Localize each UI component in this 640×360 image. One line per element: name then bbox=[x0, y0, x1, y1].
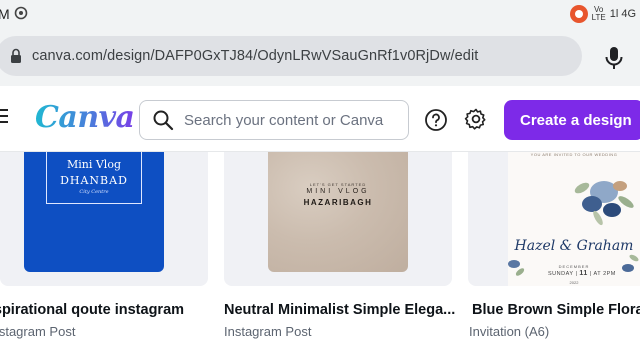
designs-grid: Mini Vlog DHANBAD City Centre Inspiratio… bbox=[0, 152, 640, 360]
status-bar: M Vo LTE 1l 4G bbox=[0, 0, 640, 28]
design-type: Invitation (A6) bbox=[469, 324, 550, 339]
thumbnail-text: MINI VLOG bbox=[306, 188, 370, 195]
screen-record-icon bbox=[569, 5, 588, 23]
microphone-icon[interactable] bbox=[602, 44, 626, 72]
design-title[interactable]: Inspirational qoute instagram bbox=[0, 302, 184, 318]
design-type: Instagram Post bbox=[0, 324, 76, 339]
design-title[interactable]: Neutral Minimalist Simple Elega... bbox=[224, 302, 455, 318]
thumbnail-text: SUNDAY bbox=[548, 271, 574, 277]
help-icon[interactable] bbox=[424, 108, 448, 132]
address-bar[interactable]: canva.com/design/DAFP0GxTJ84/OdynLRwVSau… bbox=[0, 36, 582, 76]
menu-icon[interactable] bbox=[0, 109, 8, 125]
thumbnail-text: City Centre bbox=[79, 189, 109, 195]
browser-toolbar: canva.com/design/DAFP0GxTJ84/OdynLRwVSau… bbox=[0, 28, 640, 86]
thumbnail-text: LET'S GET STARTED bbox=[309, 182, 367, 187]
design-thumbnail[interactable]: Mini Vlog DHANBAD City Centre bbox=[24, 152, 164, 272]
search-icon bbox=[153, 110, 174, 131]
signal-icon: 1l 4G bbox=[609, 8, 636, 20]
settings-status-icon bbox=[14, 6, 28, 20]
gear-icon[interactable] bbox=[464, 107, 488, 131]
lock-icon bbox=[11, 48, 21, 63]
thumbnail-text: HAZARIBAGH bbox=[303, 198, 373, 207]
design-title[interactable]: Blue Brown Simple Floral bbox=[472, 302, 640, 318]
thumbnail-date: SUNDAY | 11 | AT 2PM bbox=[548, 270, 616, 277]
design-thumbnail[interactable]: LET'S GET STARTED MINI VLOG HAZARIBAGH bbox=[268, 152, 408, 272]
create-design-button[interactable]: Create a design bbox=[504, 100, 640, 140]
thumbnail-text: DHANBAD bbox=[60, 174, 128, 187]
status-time: M bbox=[0, 6, 10, 22]
thumbnail-text: AT 2PM bbox=[593, 271, 616, 277]
canva-logo[interactable]: Canva bbox=[35, 100, 135, 135]
status-icons: Vo LTE 1l 4G bbox=[569, 5, 636, 23]
url-text[interactable]: canva.com/design/DAFP0GxTJ84/OdynLRwVSau… bbox=[32, 48, 478, 64]
thumbnail-text: Mini Vlog bbox=[66, 158, 121, 171]
design-type: Instagram Post bbox=[224, 324, 312, 339]
thumbnail-text: Hazel & Graham bbox=[514, 238, 634, 254]
search-box[interactable] bbox=[139, 100, 409, 140]
volte-indicator: Vo LTE bbox=[591, 5, 606, 22]
thumbnail-text: 11 bbox=[579, 270, 588, 277]
thumbnail-text: 2022 bbox=[569, 280, 579, 285]
canva-header: Canva Create a design bbox=[0, 86, 640, 152]
design-thumbnail[interactable]: YOU ARE INVITED TO OUR WEDDING Hazel & G… bbox=[508, 152, 640, 286]
search-input[interactable] bbox=[184, 111, 394, 129]
thumbnail-text: DECEMBER bbox=[558, 264, 590, 269]
